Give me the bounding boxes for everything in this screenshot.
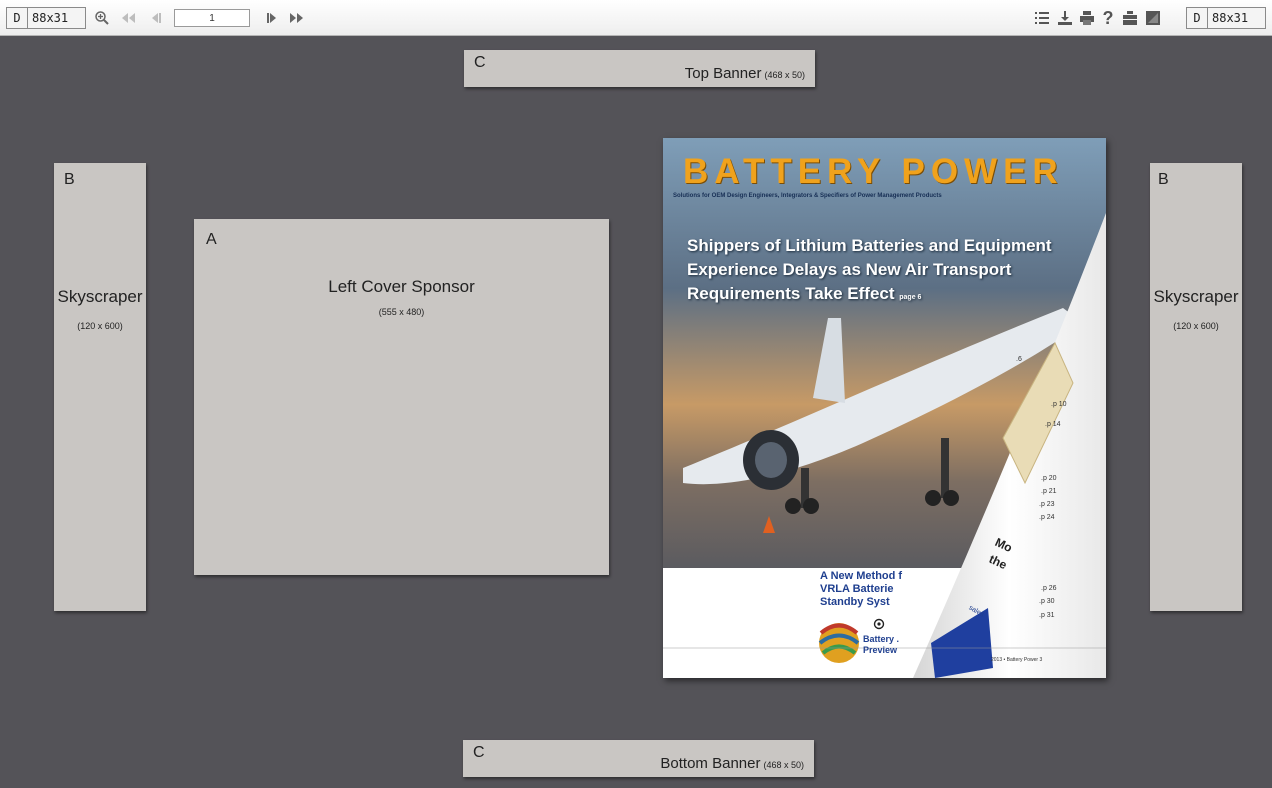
print-icon[interactable] bbox=[1077, 8, 1097, 28]
ad-title: Top Banner (468 x 50) bbox=[685, 65, 805, 82]
cover-footer: 2013 • Battery Power 3 bbox=[991, 657, 1043, 663]
subhead-line: VRLA Batterie bbox=[820, 583, 894, 595]
prev-page-icon[interactable] bbox=[145, 9, 167, 27]
page-number-input[interactable] bbox=[174, 9, 250, 27]
masthead: BATTERY POWER bbox=[683, 152, 1064, 191]
toc-entry: .p 24 bbox=[1039, 514, 1055, 521]
logo-line: Battery . bbox=[863, 634, 900, 644]
right-skyscraper-ad[interactable]: B Skyscraper (120 x 600) bbox=[1150, 163, 1242, 611]
ad-letter: C bbox=[473, 744, 485, 761]
share-icon[interactable] bbox=[1120, 8, 1140, 28]
toc-entry: .p 14 bbox=[1045, 421, 1061, 428]
toc-entry: .p 20 bbox=[1041, 475, 1057, 482]
ad-letter: B bbox=[64, 171, 75, 188]
subhead: A New Method f VRLA Batterie Standby Sys… bbox=[820, 570, 902, 609]
ad-size: (120 x 600) bbox=[77, 321, 123, 331]
headline-page: page 6 bbox=[899, 294, 922, 301]
ad-letter: B bbox=[1158, 171, 1169, 188]
toc-entry: .p 31 bbox=[1039, 612, 1055, 619]
zoom-in-icon[interactable] bbox=[92, 9, 112, 27]
ad-title-text: Top Banner bbox=[684, 65, 762, 82]
download-icon[interactable] bbox=[1055, 8, 1075, 28]
ad-title: Bottom Banner (468 x 50) bbox=[660, 755, 804, 772]
ad-title: Left Cover Sponsor bbox=[328, 277, 475, 296]
ad-letter: C bbox=[474, 54, 486, 71]
headline: Shippers of Lithium Batteries and Equipm… bbox=[687, 234, 1052, 310]
toc-entry: .p 26 bbox=[1041, 585, 1057, 592]
ad-size: (120 x 600) bbox=[1173, 321, 1219, 331]
subhead-line: Standby Syst bbox=[820, 596, 890, 608]
magazine-cover-page[interactable]: BATTERY POWER Solutions for OEM Design E… bbox=[663, 138, 1106, 678]
ad-size: (468 x 50) bbox=[764, 70, 805, 80]
ad-title: Skyscraper bbox=[57, 287, 143, 306]
subhead-line: A New Method f bbox=[820, 570, 903, 582]
ad-size: (555 x 480) bbox=[378, 307, 425, 317]
fullscreen-icon[interactable] bbox=[1143, 8, 1163, 28]
ad-size: (468 x 50) bbox=[763, 760, 804, 770]
toc-entry: .p 23 bbox=[1039, 501, 1055, 508]
ad-letter: A bbox=[206, 231, 217, 248]
toc-entry: .p 21 bbox=[1041, 488, 1057, 495]
headline-line: Shippers of Lithium Batteries and Equipm… bbox=[687, 236, 1052, 255]
bottom-banner-ad[interactable]: C Bottom Banner (468 x 50) bbox=[463, 740, 814, 777]
sponsor-badge-left[interactable]: D 88x31 bbox=[6, 7, 86, 29]
left-skyscraper-ad[interactable]: B Skyscraper (120 x 600) bbox=[54, 163, 146, 611]
headline-line-text: Requirements Take Effect bbox=[687, 284, 895, 303]
last-page-icon[interactable] bbox=[285, 9, 307, 27]
toc-entry: .p 10 bbox=[1051, 401, 1067, 408]
next-page-icon[interactable] bbox=[262, 9, 282, 27]
badge-letter: D bbox=[7, 8, 28, 28]
ad-title-text: Bottom Banner bbox=[660, 755, 761, 772]
toc-entry: .p 30 bbox=[1039, 598, 1055, 605]
badge-letter: D bbox=[1187, 8, 1208, 28]
top-banner-ad[interactable]: C Top Banner (468 x 50) bbox=[464, 50, 815, 87]
badge-size: 88x31 bbox=[1212, 11, 1249, 25]
logo-line: Preview bbox=[863, 645, 898, 655]
help-icon[interactable]: ? bbox=[1099, 7, 1117, 29]
first-page-icon[interactable] bbox=[118, 9, 140, 27]
headline-line: Requirements Take Effect page 6 bbox=[687, 282, 1052, 310]
toolbar: D 88x31 ? D 88x31 bbox=[0, 0, 1272, 36]
badge-size: 88x31 bbox=[32, 11, 69, 25]
tagline: Solutions for OEM Design Engineers, Inte… bbox=[673, 193, 942, 199]
battery-preview-logo: Battery . Preview bbox=[863, 634, 899, 656]
toc-entry: .6 bbox=[1016, 356, 1022, 363]
left-cover-sponsor-ad[interactable]: A Left Cover Sponsor (555 x 480) bbox=[194, 219, 609, 575]
headline-line: Experience Delays as New Air Transport bbox=[687, 260, 1012, 279]
sponsor-badge-right[interactable]: D 88x31 bbox=[1186, 7, 1266, 29]
ad-title: Skyscraper bbox=[1153, 287, 1239, 306]
contents-icon[interactable] bbox=[1032, 8, 1052, 28]
